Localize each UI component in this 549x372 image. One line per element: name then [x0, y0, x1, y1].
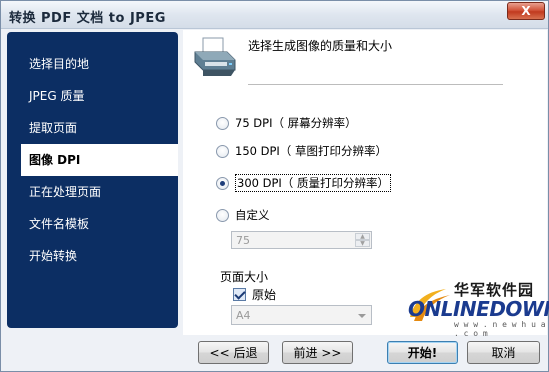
radio-button[interactable] [216, 116, 229, 130]
original-size-checkbox[interactable] [233, 288, 246, 301]
stepper-down-icon[interactable]: ▼ [355, 240, 370, 247]
original-size-label: 原始 [252, 288, 277, 302]
page-size-select[interactable]: A4 [231, 305, 372, 325]
watermark-brand-text: ONLINEDOWN [408, 297, 549, 321]
nav-item-start-conversion[interactable]: 开始转换 [7, 240, 178, 272]
custom-dpi-value: 75 [236, 234, 250, 247]
radio-button[interactable] [216, 144, 229, 158]
step-header-title: 选择生成图像的质量和大小 [248, 39, 393, 53]
dpi-option-75[interactable]: 75 DPI（ 屏幕分辨率） [216, 114, 357, 132]
radio-button[interactable] [216, 176, 229, 190]
chevron-down-icon [358, 314, 366, 318]
printer-icon [194, 37, 236, 76]
back-button[interactable]: << 后退 [198, 341, 269, 364]
wizard-step-nav: 选择目的地 JPEG 质量 提取页面 图像 DPI 正在处理页面 文件名模板 开… [7, 32, 178, 328]
dpi-option-label: 150 DPI（ 草图打印分辨率） [235, 144, 387, 158]
title-bar: 转换 PDF 文档 to JPEG X [1, 1, 548, 29]
watermark-logo: 华军软件园 ONLINEDOWN w w w . n e w h u a . c… [402, 277, 549, 343]
start-button[interactable]: 开始! [387, 341, 458, 364]
wizard-window: 转换 PDF 文档 to JPEG X 选择目的地 JPEG 质量 提取页面 图… [0, 0, 549, 372]
nav-item-processing-pages[interactable]: 正在处理页面 [7, 176, 178, 208]
header-divider [248, 84, 503, 85]
window-title: 转换 PDF 文档 to JPEG [9, 11, 166, 26]
watermark-url-text: w w w . n e w h u a . c o m [454, 320, 546, 338]
nav-item-image-dpi[interactable]: 图像 DPI [21, 144, 178, 176]
page-size-value: A4 [236, 309, 251, 322]
dpi-option-150[interactable]: 150 DPI（ 草图打印分辨率） [216, 142, 387, 160]
nav-item-destination[interactable]: 选择目的地 [7, 48, 178, 80]
dpi-option-300[interactable]: 300 DPI（ 质量打印分辨率） [216, 174, 391, 192]
nav-item-jpeg-quality[interactable]: JPEG 质量 [7, 80, 178, 112]
stepper-up-icon[interactable]: ▲ [355, 233, 370, 240]
nav-item-filename-template[interactable]: 文件名模板 [7, 208, 178, 240]
next-button[interactable]: 前进 >> [282, 341, 353, 364]
close-button[interactable]: X [507, 2, 545, 20]
cancel-button[interactable]: 取消 [467, 341, 540, 364]
radio-button[interactable] [216, 208, 229, 222]
dpi-option-label: 自定义 [235, 208, 270, 222]
dpi-option-label: 75 DPI（ 屏幕分辨率） [235, 116, 357, 130]
dpi-option-custom[interactable]: 自定义 [216, 206, 270, 224]
nav-item-extract-pages[interactable]: 提取页面 [7, 112, 178, 144]
dpi-option-label: 300 DPI（ 质量打印分辨率） [235, 174, 391, 192]
page-size-label: 页面大小 [220, 270, 269, 284]
close-icon: X [521, 4, 531, 18]
custom-dpi-stepper[interactable]: 75 ▲ ▼ [231, 231, 372, 249]
original-size-option[interactable]: 原始 [233, 286, 276, 303]
